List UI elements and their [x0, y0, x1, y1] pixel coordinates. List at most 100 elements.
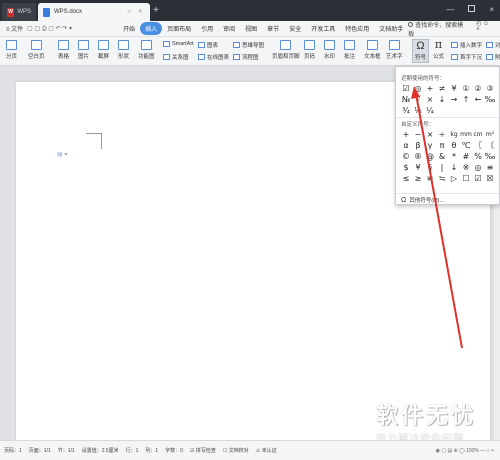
tab-review[interactable]: 审阅 — [218, 22, 240, 35]
custom-symbol-cell[interactable]: 〖 — [472, 140, 484, 151]
command-search[interactable]: 查找命令、搜索模板 — [408, 20, 468, 38]
custom-symbol-cell[interactable]: @ — [424, 151, 436, 162]
custom-symbol-cell[interactable]: π — [436, 140, 448, 151]
certification-status[interactable]: ⚠ 未认证 — [256, 447, 277, 454]
custom-symbol-cell[interactable]: ◎ — [472, 162, 484, 173]
picture-button[interactable]: 图片 — [78, 40, 89, 60]
custom-symbol-cell[interactable]: * — [448, 151, 460, 162]
formula-button[interactable]: π 公式 — [433, 39, 444, 60]
insert-number-button[interactable]: 插入数字 — [451, 41, 482, 49]
custom-symbol-cell[interactable]: ※ — [460, 162, 472, 173]
custom-symbol-cell[interactable]: ÷ — [436, 129, 448, 140]
custom-symbol-cell[interactable]: ≤ — [400, 173, 412, 184]
recent-symbol-cell[interactable]: ↑ — [460, 94, 472, 105]
header-footer-button[interactable]: 页眉和页脚 — [272, 40, 300, 60]
object-button[interactable]: 对象 — [486, 41, 500, 49]
custom-symbol-cell[interactable]: ↓ — [448, 162, 460, 173]
symbol-button[interactable]: Ω 符号 — [412, 39, 430, 63]
chart-button[interactable]: 图表 — [198, 41, 218, 49]
custom-symbol-cell[interactable]: ☑ — [472, 173, 484, 184]
custom-symbol-cell[interactable]: m² — [484, 129, 496, 140]
blank-page-button[interactable]: 空白页 — [28, 40, 45, 60]
recent-symbol-cell[interactable]: + — [424, 83, 436, 94]
flowchart-button[interactable]: 流程图 — [233, 53, 259, 61]
recent-symbol-cell[interactable]: ◎ — [412, 83, 424, 94]
minimize-icon[interactable]: — — [446, 5, 454, 14]
recent-symbol-cell[interactable]: ② — [472, 83, 484, 94]
custom-symbol-cell[interactable]: $ — [400, 162, 412, 173]
tab-page-layout[interactable]: 页面布局 — [162, 22, 196, 35]
view-zoom-controls[interactable]: ◉ ▢ ▤ ⊕ ◯ 100% — ○ + — [436, 448, 500, 454]
tab-view[interactable]: 视图 — [240, 22, 262, 35]
account-icons[interactable]: ◴ ☺ ˄ — [476, 20, 494, 38]
recent-symbol-cell[interactable]: × — [424, 94, 436, 105]
attachment-button[interactable]: 附件 — [486, 53, 500, 61]
recent-symbol-cell[interactable]: √ — [412, 94, 424, 105]
screenshot-button[interactable]: 截屏 — [98, 40, 109, 60]
recent-symbol-cell[interactable]: → — [448, 94, 460, 105]
custom-symbol-cell[interactable]: % — [472, 151, 484, 162]
custom-symbol-cell[interactable]: θ — [448, 140, 460, 151]
tab-doc-assistant[interactable]: 文档助手 — [374, 22, 408, 35]
custom-symbol-cell[interactable]: cm — [472, 129, 484, 140]
tab-wps-home[interactable]: W WPS — [2, 3, 36, 21]
shapes-button[interactable]: 形状 — [118, 40, 129, 60]
doc-proofread-toggle[interactable]: ☐ 文档校对 — [223, 447, 249, 454]
custom-symbol-cell[interactable]: 〔 — [484, 140, 496, 151]
custom-symbol-cell[interactable]: + — [400, 129, 412, 140]
recent-symbol-cell[interactable]: ≠ — [436, 83, 448, 94]
tab-insert[interactable]: 插入 — [140, 22, 163, 35]
page-break-button[interactable]: 分页 — [6, 40, 17, 60]
tab-start[interactable]: 开始 — [118, 22, 140, 35]
tab-section[interactable]: 章节 — [262, 22, 284, 35]
recent-symbol-cell[interactable]: ¼ — [424, 105, 436, 116]
quick-access-toolbar[interactable]: ▢ ▢ ⎙ ▢ ↶ ↷ ▾ — [27, 25, 72, 33]
recent-symbol-cell[interactable]: ☑ — [400, 83, 412, 94]
recent-symbol-cell[interactable]: ③ — [484, 83, 496, 94]
status-words[interactable]: 字数：0 — [165, 447, 183, 454]
page-number-button[interactable]: 页码 — [304, 40, 315, 60]
custom-symbol-cell[interactable]: # — [460, 151, 472, 162]
custom-symbol-cell[interactable]: ≒ — [436, 173, 448, 184]
maximize-icon[interactable] — [468, 5, 476, 12]
custom-symbol-cell[interactable]: ℃ — [460, 140, 472, 151]
tab-close-icon[interactable]: ○ × — [127, 9, 145, 15]
tab-references[interactable]: 引用 — [196, 22, 218, 35]
custom-symbol-cell[interactable]: ® — [412, 151, 424, 162]
first-drop-button[interactable]: 首字下沉 — [451, 53, 482, 61]
textbox-button[interactable]: 文本框 — [364, 40, 381, 60]
recent-symbol-cell[interactable]: ¾ — [400, 105, 412, 116]
relation-chart-button[interactable]: 关系图 — [163, 53, 189, 61]
recent-symbol-cell[interactable]: ↓ — [436, 94, 448, 105]
file-menu-button[interactable]: ≡ 文件 — [6, 24, 23, 33]
custom-symbol-cell[interactable]: β — [412, 140, 424, 151]
custom-symbol-cell[interactable]: ¥ — [412, 162, 424, 173]
custom-symbol-cell[interactable]: α — [400, 140, 412, 151]
custom-symbol-cell[interactable]: & — [436, 151, 448, 162]
custom-symbol-cell[interactable]: ≥ — [412, 173, 424, 184]
recent-symbol-cell[interactable]: ¥ — [448, 83, 460, 94]
table-button[interactable]: 表格 — [58, 40, 69, 60]
custom-symbol-cell[interactable]: © — [400, 151, 412, 162]
custom-symbol-cell[interactable]: γ — [424, 140, 436, 151]
custom-symbol-cell[interactable]: mm — [460, 129, 472, 140]
tab-document[interactable]: WPS.docx ○ × — [38, 3, 150, 21]
recent-symbol-cell[interactable]: ① — [460, 83, 472, 94]
comment-button[interactable]: 批注 — [344, 40, 355, 60]
custom-symbol-cell[interactable]: ≌ — [424, 173, 436, 184]
custom-symbol-cell[interactable]: § — [424, 162, 436, 173]
watermark-button[interactable]: 水印 — [324, 40, 335, 60]
mindmap-button[interactable]: 思维导图 — [233, 41, 264, 49]
paragraph-layout-icon[interactable]: ▤ ▾ — [57, 151, 67, 158]
close-icon[interactable]: × — [489, 5, 494, 14]
tab-security[interactable]: 安全 — [284, 22, 306, 35]
art-text-button[interactable]: 艺术字 — [386, 40, 403, 60]
online-chart-button[interactable]: 在线图表 — [198, 53, 229, 61]
custom-symbol-cell[interactable]: | — [436, 162, 448, 173]
custom-symbol-cell[interactable]: ▷ — [448, 173, 460, 184]
tab-special-apps[interactable]: 特色应用 — [340, 22, 374, 35]
function-chart-button[interactable]: 功能图 — [138, 40, 155, 60]
recent-symbol-cell[interactable]: ‰ — [484, 94, 496, 105]
custom-symbol-cell[interactable]: ☒ — [484, 173, 496, 184]
more-symbols-button[interactable]: Ω 其他符号(M)... — [401, 196, 444, 205]
